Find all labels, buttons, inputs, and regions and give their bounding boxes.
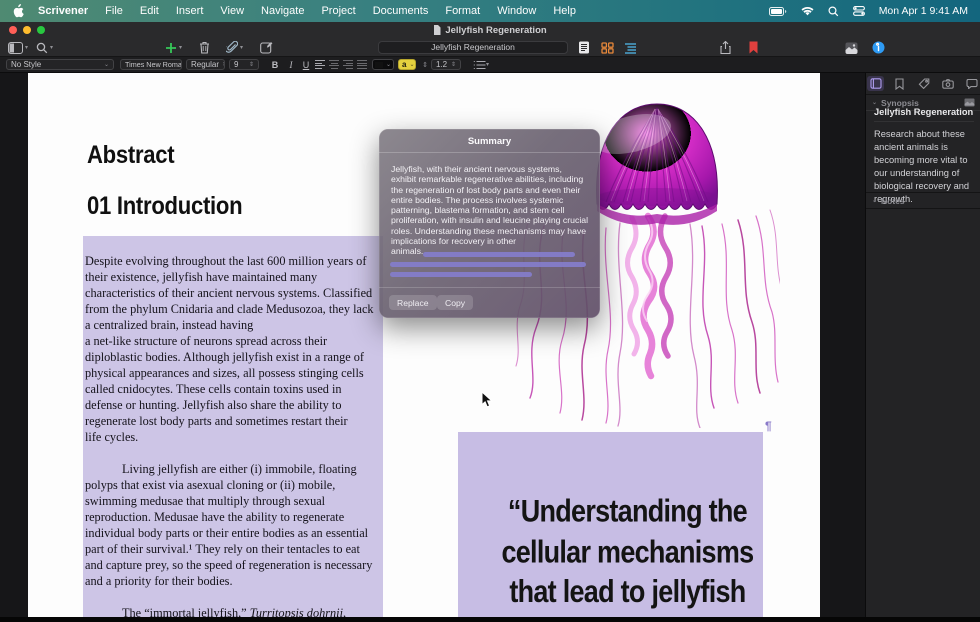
- pilcrow-mark: ¶: [765, 419, 772, 433]
- summary-popup-title: Summary: [379, 136, 600, 147]
- generating-text-bar: [390, 272, 532, 277]
- highlight-color-well[interactable]: a⌄: [398, 59, 416, 70]
- chevron-down-icon: ▾: [179, 44, 182, 51]
- text-color-well[interactable]: ⌄: [372, 59, 394, 70]
- menu-clock[interactable]: Mon Apr 1 9:41 AM: [879, 5, 968, 17]
- trash-button[interactable]: [199, 41, 210, 54]
- divider: [379, 287, 600, 288]
- font-select[interactable]: Times New Roman⌵: [120, 59, 182, 70]
- chevron-down-icon: ▾: [240, 44, 243, 51]
- add-item-button[interactable]: ▾: [165, 41, 182, 54]
- notes-section-header[interactable]: ⌄ Notes: [866, 193, 980, 208]
- document-body-text[interactable]: Despite evolving throughout the last 600…: [83, 236, 383, 622]
- line-spacing-stepper[interactable]: 1.2⇕: [431, 59, 461, 70]
- mouse-cursor: [481, 391, 493, 409]
- menu-item-window[interactable]: Window: [497, 5, 536, 17]
- summary-popup: Summary Jellyfish, with their ancient ne…: [379, 129, 600, 318]
- battery-icon[interactable]: [769, 7, 787, 16]
- list-format-button[interactable]: ▾: [470, 59, 492, 70]
- document-title-field[interactable]: Jellyfish Regeneration: [378, 41, 568, 54]
- document-heading-abstract: Abstract: [87, 141, 174, 170]
- compose-button[interactable]: [260, 41, 273, 54]
- info-button[interactable]: [872, 41, 885, 54]
- align-center-button[interactable]: [328, 59, 340, 70]
- inspector-panel: ⌄ Synopsis Jellyfish Regeneration Resear…: [865, 73, 980, 622]
- spotlight-search-icon[interactable]: [828, 6, 839, 17]
- divider: [379, 152, 600, 153]
- screen: Scrivener File Edit Insert View Navigate…: [0, 0, 980, 622]
- format-bar: No Style⌄ Times New Roman⌵ Regular⇕ 9⇕ B…: [0, 57, 980, 73]
- replace-button[interactable]: Replace: [389, 295, 437, 310]
- generating-text-bar: [423, 252, 575, 257]
- bold-button[interactable]: B: [268, 59, 282, 70]
- synopsis-image-toggle-icon[interactable]: [964, 98, 975, 107]
- align-right-button[interactable]: [342, 59, 354, 70]
- window-title: Jellyfish Regeneration: [0, 25, 980, 36]
- tab-snapshots-icon[interactable]: [939, 76, 956, 91]
- window-title-bar: Jellyfish Regeneration: [0, 22, 980, 38]
- menu-item-format[interactable]: Format: [445, 5, 480, 17]
- view-mode-outline-button[interactable]: [624, 41, 637, 54]
- chevron-down-icon: ▾: [50, 44, 53, 51]
- search-button[interactable]: ▾: [36, 41, 53, 54]
- binder-toggle-button[interactable]: ▾: [8, 41, 28, 54]
- align-left-button[interactable]: [314, 59, 326, 70]
- apple-icon[interactable]: [12, 4, 24, 18]
- tab-notes-icon[interactable]: [867, 76, 884, 91]
- view-mode-corkboard-button[interactable]: [601, 41, 614, 54]
- style-select[interactable]: No Style⌄: [6, 59, 114, 70]
- italic-button[interactable]: I: [284, 59, 298, 70]
- underline-button[interactable]: U: [299, 59, 313, 70]
- view-mode-document-button[interactable]: [578, 41, 590, 54]
- notes-label: Notes: [881, 196, 905, 206]
- tab-comments-icon[interactable]: [963, 76, 980, 91]
- media-preview-icon[interactable]: [845, 41, 858, 54]
- document-heading-introduction: 01 Introduction: [87, 192, 242, 221]
- menu-item-scrivener[interactable]: Scrivener: [38, 5, 88, 17]
- paperclip-button[interactable]: ▾: [226, 41, 243, 54]
- menu-item-view[interactable]: View: [220, 5, 244, 17]
- menu-bar: Scrivener File Edit Insert View Navigate…: [0, 0, 980, 22]
- toolbar: ▾ ▾ ▾ ▾ Jellyfish Regeneration: [0, 38, 980, 57]
- bookmark-button[interactable]: [749, 41, 758, 54]
- synopsis-title[interactable]: Jellyfish Regeneration: [874, 107, 974, 122]
- font-variant-select[interactable]: Regular⇕: [186, 59, 225, 70]
- chevron-down-icon: ⌄: [872, 197, 877, 204]
- align-justify-button[interactable]: [356, 59, 368, 70]
- menu-items: Scrivener File Edit Insert View Navigate…: [38, 5, 576, 17]
- tab-metadata-icon[interactable]: [915, 76, 932, 91]
- bottom-bar: [0, 617, 980, 622]
- synopsis-label: Synopsis: [881, 98, 919, 108]
- menu-item-help[interactable]: Help: [553, 5, 576, 17]
- paragraph: Despite evolving throughout the last 600…: [85, 253, 380, 445]
- inspector-tabs: [866, 73, 980, 95]
- menu-item-project[interactable]: Project: [321, 5, 355, 17]
- share-button[interactable]: [720, 41, 731, 54]
- pull-quote-text: “Understanding the cellular mechanisms t…: [475, 492, 780, 613]
- paragraph: Living jellyfish are either (i) immobile…: [85, 461, 380, 589]
- copy-button[interactable]: Copy: [437, 295, 473, 310]
- menu-item-insert[interactable]: Insert: [176, 5, 204, 17]
- tab-bookmarks-icon[interactable]: [891, 76, 908, 91]
- line-height-icon[interactable]: ⇕: [421, 59, 429, 70]
- wifi-icon[interactable]: [801, 6, 814, 16]
- chevron-down-icon: ⌄: [872, 99, 877, 106]
- pull-quote-block[interactable]: “Understanding the cellular mechanisms t…: [458, 432, 763, 622]
- menu-item-edit[interactable]: Edit: [140, 5, 159, 17]
- notes-empty-area[interactable]: [866, 209, 980, 622]
- generating-text-bar: [390, 262, 586, 267]
- menu-item-file[interactable]: File: [105, 5, 123, 17]
- control-center-icon[interactable]: [853, 6, 865, 16]
- menu-item-documents[interactable]: Documents: [373, 5, 429, 17]
- font-size-stepper[interactable]: 9⇕: [229, 59, 259, 70]
- chevron-down-icon: ▾: [25, 44, 28, 51]
- summary-popup-body: Jellyfish, with their ancient nervous sy…: [391, 164, 589, 257]
- menu-item-navigate[interactable]: Navigate: [261, 5, 304, 17]
